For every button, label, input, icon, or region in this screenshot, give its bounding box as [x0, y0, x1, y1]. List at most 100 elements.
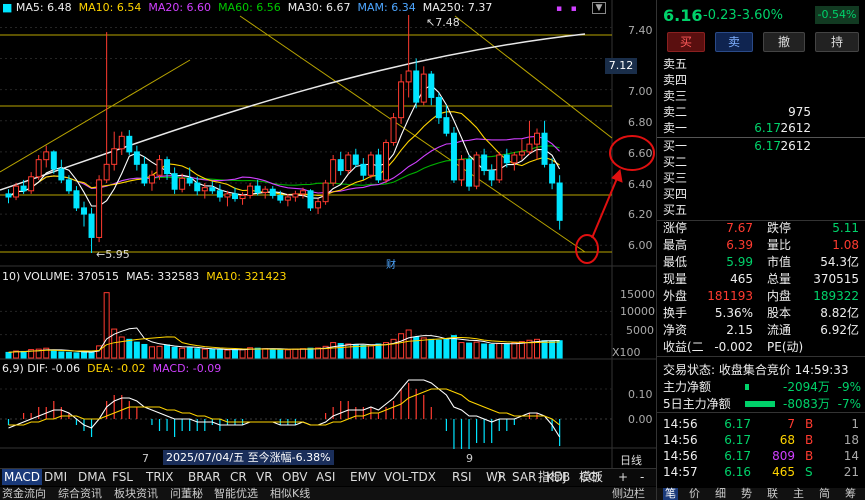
indicator-tab[interactable]: DMI — [44, 469, 67, 485]
candle-body — [390, 117, 397, 144]
candle-body — [13, 185, 20, 198]
bottom-tab[interactable]: 智能优选 — [214, 488, 258, 500]
candle-body — [65, 179, 72, 192]
bottom-tab[interactable]: 板块资讯 — [114, 488, 158, 500]
stat-value: 370515 — [813, 272, 859, 286]
indicator-tab[interactable]: FSL — [112, 469, 133, 485]
template-button[interactable]: 模板 — [579, 469, 603, 485]
stat-row: 现量 465 总量 370515 — [657, 271, 865, 288]
book-label: 买四 — [663, 187, 688, 201]
collapse-icon[interactable]: ▼ — [592, 2, 606, 14]
period-label[interactable]: 日线 — [620, 452, 642, 468]
volume-bar — [232, 349, 238, 359]
bottom-tab[interactable]: 相似K线 — [270, 488, 310, 500]
volume-bar — [390, 338, 397, 359]
indicator-tab[interactable]: MACD — [2, 469, 42, 485]
indicator-tab[interactable]: BRAR — [188, 469, 221, 485]
volume-bar — [224, 349, 231, 359]
tick-row: 14:56 6.17 809 B 14 — [657, 448, 865, 465]
stat-value: 6.92亿 — [820, 323, 859, 337]
volume-bar — [345, 343, 352, 359]
candle-body — [239, 194, 246, 200]
book-row-buy: 买二 — [657, 154, 865, 171]
book-label: 买二 — [663, 155, 688, 169]
indicator-tab[interactable]: RSI — [452, 469, 472, 485]
bottom-tab[interactable]: 问董秘 — [170, 488, 203, 500]
indicator-tab[interactable]: VR — [256, 469, 273, 485]
candle-body — [284, 196, 291, 201]
volume-bar — [405, 329, 412, 359]
book-label: 卖二 — [663, 105, 688, 119]
volume-bar — [435, 339, 442, 359]
tick-price: 6.16 — [724, 465, 751, 479]
stat-value: 465 — [730, 272, 753, 286]
volume-bar — [292, 348, 299, 359]
indicator-tab[interactable]: SAR — [512, 469, 536, 485]
candle-body — [35, 159, 42, 178]
volume-bar — [20, 350, 27, 359]
candle-body — [20, 185, 27, 192]
indicator-more[interactable]: 〉 — [497, 469, 509, 485]
volume-bar — [277, 349, 284, 359]
indicator-tab[interactable]: DMA — [78, 469, 106, 485]
volume-bar — [133, 341, 140, 359]
indicator-tab[interactable]: ASI — [316, 469, 335, 485]
sidebar-toggle[interactable]: 侧边栏 — [612, 488, 645, 500]
volume-bar — [511, 342, 518, 359]
book-row-sell: 卖二 975 — [657, 104, 865, 121]
tick-volume: 809 — [772, 449, 795, 463]
minus-button[interactable]: - — [640, 469, 644, 485]
macd-legend-prefix: 6,9) — [2, 362, 24, 375]
indicator-tab[interactable]: VOL-TDX — [384, 469, 436, 485]
candle-body — [315, 201, 322, 209]
sell-button[interactable]: 卖 — [715, 32, 753, 52]
candle-body — [360, 163, 367, 176]
legend-mam: MAM: 6.34 — [357, 1, 416, 14]
candle-body — [126, 135, 133, 153]
flow-label: 5日主力净额 — [663, 397, 731, 411]
macd-legend-dea: DEA: -0.02 — [87, 362, 146, 375]
price-axis-label: 6.60 — [628, 147, 653, 160]
panel-tab[interactable]: 简 — [819, 488, 830, 500]
indicator-tab[interactable]: CR — [230, 469, 247, 485]
panel-tab[interactable]: 筹 — [845, 488, 856, 500]
candle-body — [481, 154, 488, 172]
buy-button[interactable]: 买 — [667, 32, 705, 52]
panel-tab[interactable]: 笔 — [663, 488, 678, 500]
bottom-tab[interactable]: 综合资讯 — [58, 488, 102, 500]
last-price: 6.16 — [663, 6, 703, 25]
candle-body — [43, 151, 50, 161]
book-label: 卖五 — [663, 57, 688, 71]
volume-bar — [5, 351, 12, 359]
kline-chart[interactable] — [0, 0, 656, 468]
plus-button[interactable]: + — [618, 469, 628, 485]
candle-body — [375, 154, 382, 181]
panel-tab[interactable]: 细 — [715, 488, 726, 500]
panel-tab[interactable]: 价 — [689, 488, 700, 500]
panel-tab[interactable]: 主 — [793, 488, 804, 500]
book-row-buy: 买四 — [657, 186, 865, 203]
volume-axis-label: 10000 — [620, 305, 655, 318]
macd-legend-dif: DIF: -0.06 — [27, 362, 81, 375]
divider — [657, 412, 865, 413]
stat-label: 收益(二 — [663, 340, 704, 354]
candle-body — [518, 151, 525, 156]
book-row-sell: 卖三 — [657, 88, 865, 105]
panel-tab[interactable]: 势 — [741, 488, 752, 500]
volume-bar — [398, 333, 405, 359]
stat-row: 换手 5.36% 股本 8.82亿 — [657, 305, 865, 322]
candle-body — [171, 173, 178, 190]
indicator-tab[interactable]: TRIX — [146, 469, 173, 485]
volume-bar — [299, 348, 306, 359]
panel-tab[interactable]: 联 — [767, 488, 778, 500]
book-row-buy: 买三 — [657, 170, 865, 187]
indicator-tab[interactable]: OBV — [282, 469, 308, 485]
tick-count: 18 — [843, 433, 859, 447]
trend-line — [0, 59, 191, 173]
cancel-button[interactable]: 撤 — [763, 32, 805, 52]
hold-button[interactable]: 持 — [815, 32, 859, 52]
bottom-tab[interactable]: 资金流向 — [2, 488, 46, 500]
flow-bar — [745, 384, 749, 390]
indicator-b-button[interactable]: 指标B — [538, 469, 570, 485]
indicator-tab[interactable]: EMV — [350, 469, 376, 485]
